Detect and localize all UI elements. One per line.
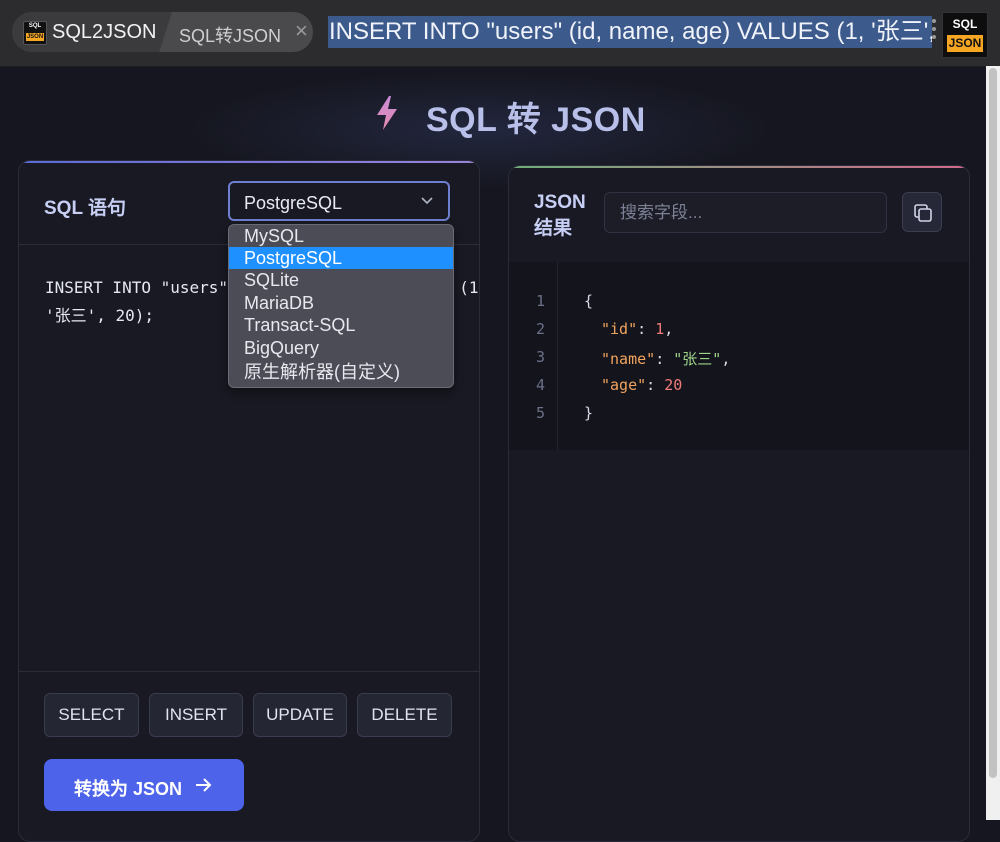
json-panel-label: JSON 结果 <box>534 190 586 242</box>
json-line: "id": 1, <box>601 320 674 338</box>
browser-toolbar: SQL JSON SQL2JSON SQL转JSON × INSERT INTO… <box>0 0 1000 67</box>
logo-bottom-text: JSON <box>26 33 44 41</box>
dialect-option-sqlite[interactable]: SQLite <box>229 269 453 291</box>
page-scrollbar[interactable] <box>986 66 1000 820</box>
dialect-option-native-parser[interactable]: 原生解析器(自定义) <box>229 361 453 383</box>
dialect-option-mariadb[interactable]: MariaDB <box>229 292 453 314</box>
json-line: "age": 20 <box>601 376 683 394</box>
json-value: "张三" <box>673 350 722 368</box>
dialect-selected-value: PostgreSQL <box>244 193 343 213</box>
line-number: 5 <box>535 404 545 422</box>
example-insert-button[interactable]: INSERT <box>149 693 243 737</box>
example-update-button[interactable]: UPDATE <box>253 693 347 737</box>
scrollbar-thumb[interactable] <box>989 68 997 778</box>
json-key: "id" <box>601 320 638 338</box>
dialect-option-bigquery[interactable]: BigQuery <box>229 337 453 359</box>
line-number-gutter: 1 2 3 4 5 <box>509 262 558 450</box>
address-bar[interactable]: INSERT INTO "users" (id, name, age) VALU… <box>328 16 932 48</box>
json-panel: JSON 结果 1 2 3 4 5 { "id": 1, "name": "张三… <box>508 165 970 842</box>
search-input[interactable] <box>605 193 886 232</box>
chevron-down-icon <box>421 197 433 205</box>
example-delete-button[interactable]: DELETE <box>357 693 452 737</box>
dialect-option-mysql[interactable]: MySQL <box>229 225 453 247</box>
dialect-option-transact-sql[interactable]: Transact-SQL <box>229 314 453 336</box>
tab-title: SQL2JSON <box>52 21 157 43</box>
tab-sql2json[interactable]: SQL JSON SQL2JSON <box>12 12 172 52</box>
more-icon[interactable] <box>931 19 937 43</box>
copy-icon <box>914 204 932 222</box>
json-value: 1 <box>655 320 665 338</box>
dialect-dropdown[interactable]: MySQL PostgreSQL SQLite MariaDB Transact… <box>228 224 454 388</box>
json-open-brace: { <box>584 292 594 310</box>
line-number: 2 <box>535 320 545 338</box>
json-value: 20 <box>664 376 683 394</box>
line-number: 1 <box>535 292 545 310</box>
extension-logo-top: SQL <box>952 17 978 31</box>
search-field[interactable] <box>604 192 887 233</box>
json-label-text: JSON 结果 <box>534 192 586 239</box>
panel-divider <box>19 671 479 672</box>
convert-button[interactable]: 转换为 JSON <box>44 759 244 811</box>
convert-button-label: 转换为 JSON <box>74 779 183 799</box>
json-key: "name" <box>601 350 656 368</box>
tab-sql-to-json[interactable]: SQL转JSON <box>179 22 281 48</box>
json-key: "age" <box>601 376 647 394</box>
line-number: 4 <box>535 376 545 394</box>
close-icon[interactable]: × <box>295 20 308 42</box>
example-select-button[interactable]: SELECT <box>44 693 139 737</box>
json-output[interactable]: 1 2 3 4 5 { "id": 1, "name": "张三", "age"… <box>509 262 969 450</box>
page-title: SQL 转 JSON <box>426 101 646 139</box>
lightning-icon <box>377 96 397 130</box>
tab-strip: SQL JSON SQL2JSON SQL转JSON × <box>12 12 313 52</box>
arrow-right-icon <box>196 778 212 792</box>
address-text[interactable]: INSERT INTO "users" (id, name, age) VALU… <box>328 16 932 48</box>
extension-logo-bottom: JSON <box>947 35 983 52</box>
copy-button[interactable] <box>902 192 942 232</box>
line-number: 3 <box>535 348 545 366</box>
json-line: "name": "张三", <box>601 350 731 368</box>
logo-top-text: SQL <box>28 23 42 29</box>
dialect-select[interactable]: PostgreSQL <box>228 181 450 221</box>
extension-logo-icon[interactable]: SQL JSON <box>942 12 988 58</box>
sql-panel-label: SQL 语句 <box>44 198 126 219</box>
json-close-brace: } <box>584 404 594 422</box>
app-logo-icon: SQL JSON <box>23 21 47 45</box>
dialect-option-postgresql[interactable]: PostgreSQL <box>229 247 453 269</box>
